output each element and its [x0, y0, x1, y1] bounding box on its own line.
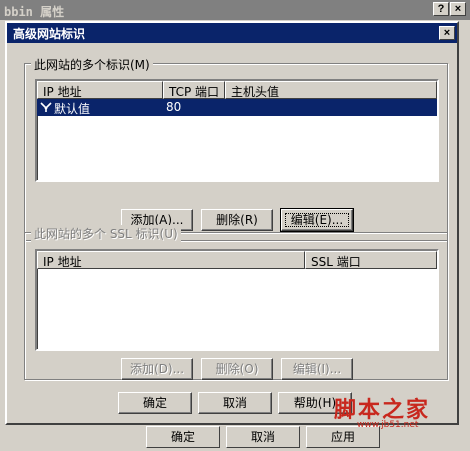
- add-ssl-button[interactable]: 添加(D)...: [121, 358, 193, 380]
- outer-help-button[interactable]: ?: [433, 2, 449, 16]
- outer-cancel-button[interactable]: 取消: [226, 426, 300, 448]
- cell-ip: 默认值: [54, 102, 91, 116]
- outer-close-button[interactable]: ×: [450, 2, 466, 16]
- watermark-url: www.jb51.net: [357, 420, 419, 430]
- ssl-group-label: 此网站的多个 SSL 标识(U): [31, 225, 181, 242]
- identities-list[interactable]: IP 地址 TCP 端口 主机头值 默认值 80: [35, 79, 439, 182]
- ssl-identities-list[interactable]: IP 地址 SSL 端口: [35, 249, 439, 351]
- edit-identity-button[interactable]: 编辑(E)...: [280, 208, 354, 232]
- column-header-ssl-port[interactable]: SSL 端口: [305, 251, 437, 269]
- column-header-host-header[interactable]: 主机头值: [225, 81, 437, 99]
- column-header-ssl-ip[interactable]: IP 地址: [37, 251, 305, 269]
- dialog-title: 高级网站标识: [13, 27, 86, 41]
- column-header-tcp-port[interactable]: TCP 端口: [163, 81, 225, 99]
- ssl-identities-group: 此网站的多个 SSL 标识(U) IP 地址 SSL 端口 添加(D)... 删…: [24, 225, 448, 380]
- network-icon: [40, 102, 52, 112]
- remove-identity-button[interactable]: 删除(R): [201, 209, 273, 231]
- dialog-titlebar: 高级网站标识: [7, 23, 457, 43]
- table-row[interactable]: 默认值 80: [37, 99, 437, 116]
- identities-list-header: IP 地址 TCP 端口 主机头值: [37, 81, 437, 99]
- column-header-ip[interactable]: IP 地址: [37, 81, 163, 99]
- edit-ssl-button[interactable]: 编辑(I)...: [281, 358, 353, 380]
- ok-button[interactable]: 确定: [118, 392, 192, 414]
- cell-tcp-port: 80: [166, 100, 182, 114]
- remove-ssl-button[interactable]: 删除(O): [201, 358, 273, 380]
- identities-group-label: 此网站的多个标识(M): [31, 56, 153, 73]
- focus-indicator: [285, 213, 349, 227]
- cancel-button[interactable]: 取消: [198, 392, 272, 414]
- outer-ok-button[interactable]: 确定: [146, 426, 220, 448]
- identities-group: 此网站的多个标识(M) IP 地址 TCP 端口 主机头值 默认值 80 添加(…: [24, 56, 448, 241]
- dialog-close-button[interactable]: ×: [439, 26, 455, 40]
- outer-window-title: bbin 属性: [4, 5, 65, 19]
- advanced-identification-dialog: 高级网站标识 × 此网站的多个标识(M) IP 地址 TCP 端口 主机头值 默…: [5, 21, 459, 425]
- ssl-list-header: IP 地址 SSL 端口: [37, 251, 437, 269]
- outer-window-titlebar: bbin 属性: [0, 0, 470, 20]
